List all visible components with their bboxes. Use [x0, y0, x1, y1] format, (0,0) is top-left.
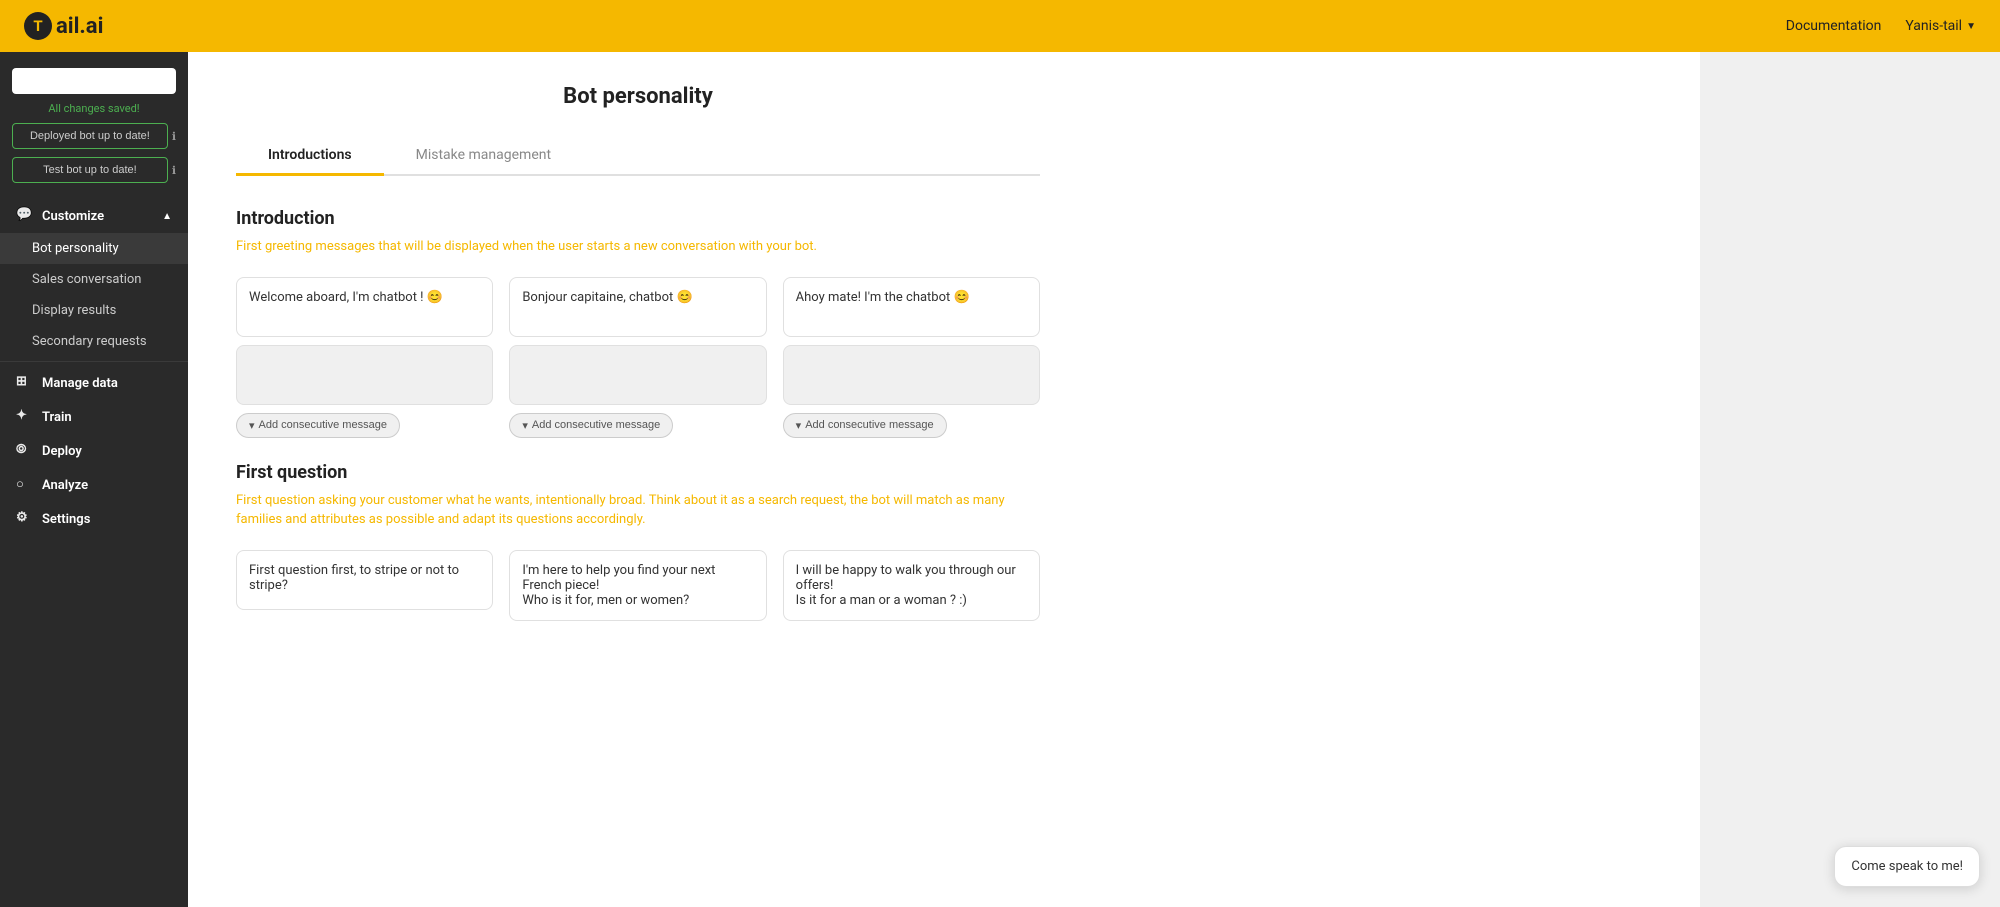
tab-introductions[interactable]: Introductions: [236, 137, 384, 176]
first-question-col-1: First question first, to stripe or not t…: [236, 550, 493, 621]
introduction-title: Introduction: [236, 208, 1040, 229]
arrow-down-icon-2: ▾: [522, 419, 528, 432]
introduction-col-3: Ahoy mate! I'm the chatbot 😊 ▾ Add conse…: [783, 277, 1040, 438]
first-question-title: First question: [236, 462, 1040, 483]
topnav-right: Documentation Yanis-tail ▼: [1786, 18, 1976, 34]
sidebar-item-bot-personality[interactable]: Bot personality: [0, 233, 188, 264]
first-question-description: First question asking your customer what…: [236, 491, 1040, 530]
logo-text: ail.ai: [56, 14, 103, 39]
chat-bubble-corner[interactable]: Come speak to me!: [1834, 846, 1980, 887]
topnav: T ail.ai Documentation Yanis-tail ▼: [0, 0, 2000, 52]
add-consecutive-btn-3[interactable]: ▾ Add consecutive message: [783, 413, 947, 438]
user-menu[interactable]: Yanis-tail ▼: [1905, 18, 1976, 34]
fq-bubble-3[interactable]: I will be happy to walk you through our …: [783, 550, 1040, 621]
first-question-message-grid: First question first, to stripe or not t…: [236, 550, 1040, 621]
arrow-down-icon-3: ▾: [796, 419, 802, 432]
deploy-label: Deploy: [42, 444, 82, 459]
documentation-link[interactable]: Documentation: [1786, 18, 1882, 34]
sidebar-section-deploy[interactable]: ⦾ Deploy: [0, 434, 188, 468]
test-btn-row: Test bot up to date! ℹ: [12, 157, 176, 183]
chat-bubble-text: Come speak to me!: [1851, 859, 1963, 874]
user-label: Yanis-tail: [1905, 18, 1962, 34]
train-icon: ✦: [16, 408, 34, 426]
first-question-col-3: I will be happy to walk you through our …: [783, 550, 1040, 621]
deploy-icon: ⦾: [16, 442, 34, 460]
intro-bubble-2-1[interactable]: Bonjour capitaine, chatbot 😊: [509, 277, 766, 337]
chat-icon: 💬: [16, 207, 34, 225]
manage-data-label: Manage data: [42, 376, 118, 391]
status-text: All changes saved!: [12, 102, 176, 115]
sidebar-section-settings[interactable]: ⚙ Settings: [0, 502, 188, 536]
chevron-down-icon: ▼: [1966, 21, 1976, 32]
intro-bubble-3-1[interactable]: Ahoy mate! I'm the chatbot 😊: [783, 277, 1040, 337]
main-area: Bot personality Introductions Mistake ma…: [188, 52, 2000, 907]
sidebar-item-display-results[interactable]: Display results: [0, 295, 188, 326]
analyze-label: Analyze: [42, 478, 88, 493]
intro-bubble-2-2: [509, 345, 766, 405]
first-question-col-2: I'm here to help you find your next Fren…: [509, 550, 766, 621]
test-info-icon[interactable]: ℹ: [172, 164, 176, 177]
analyze-icon: ○: [16, 476, 34, 494]
add-consecutive-btn-2[interactable]: ▾ Add consecutive message: [509, 413, 673, 438]
right-panel: [1700, 52, 2000, 907]
sidebar: All changes saved! Deployed bot up to da…: [0, 52, 188, 907]
add-consecutive-btn-1[interactable]: ▾ Add consecutive message: [236, 413, 400, 438]
sidebar-item-secondary-requests[interactable]: Secondary requests: [0, 326, 188, 357]
train-label: Train: [42, 410, 72, 425]
sidebar-divider-1: [0, 361, 188, 362]
introduction-message-grid: Welcome aboard, I'm chatbot ! 😊 ▾ Add co…: [236, 277, 1040, 438]
add-consecutive-label-3: Add consecutive message: [805, 419, 933, 431]
settings-label: Settings: [42, 512, 90, 527]
add-consecutive-label-2: Add consecutive message: [532, 419, 660, 431]
add-consecutive-label-1: Add consecutive message: [259, 419, 387, 431]
fq-bubble-2[interactable]: I'm here to help you find your next Fren…: [509, 550, 766, 621]
page-title: Bot personality: [236, 84, 1040, 109]
introduction-col-1: Welcome aboard, I'm chatbot ! 😊 ▾ Add co…: [236, 277, 493, 438]
fq-bubble-1[interactable]: First question first, to stripe or not t…: [236, 550, 493, 610]
app-body: All changes saved! Deployed bot up to da…: [0, 52, 2000, 907]
search-input[interactable]: [12, 68, 176, 94]
intro-bubble-3-2: [783, 345, 1040, 405]
chevron-up-icon: ▲: [162, 211, 172, 222]
logo[interactable]: T ail.ai: [24, 12, 103, 40]
introduction-col-2: Bonjour capitaine, chatbot 😊 ▾ Add conse…: [509, 277, 766, 438]
sidebar-item-sales-conversation[interactable]: Sales conversation: [0, 264, 188, 295]
settings-icon: ⚙: [16, 510, 34, 528]
introduction-description: First greeting messages that will be dis…: [236, 237, 1040, 257]
sidebar-top: All changes saved! Deployed bot up to da…: [0, 68, 188, 199]
manage-data-icon: ⊞: [16, 374, 34, 392]
logo-icon: T: [24, 12, 52, 40]
sidebar-section-customize[interactable]: 💬 Customize ▲: [0, 199, 188, 233]
deployed-info-icon[interactable]: ℹ: [172, 130, 176, 143]
content-panel: Bot personality Introductions Mistake ma…: [188, 52, 1700, 907]
customize-label: Customize: [42, 209, 104, 224]
tabs-bar: Introductions Mistake management: [236, 137, 1040, 176]
deployed-btn-row: Deployed bot up to date! ℹ: [12, 123, 176, 149]
content-inner: Bot personality Introductions Mistake ma…: [188, 52, 1088, 677]
sidebar-section-train[interactable]: ✦ Train: [0, 400, 188, 434]
sidebar-section-manage-data[interactable]: ⊞ Manage data: [0, 366, 188, 400]
deployed-bot-button[interactable]: Deployed bot up to date!: [12, 123, 168, 149]
sidebar-section-analyze[interactable]: ○ Analyze: [0, 468, 188, 502]
arrow-down-icon: ▾: [249, 419, 255, 432]
intro-bubble-1-1[interactable]: Welcome aboard, I'm chatbot ! 😊: [236, 277, 493, 337]
test-bot-button[interactable]: Test bot up to date!: [12, 157, 168, 183]
tab-mistake-management[interactable]: Mistake management: [384, 137, 583, 176]
intro-bubble-1-2: [236, 345, 493, 405]
